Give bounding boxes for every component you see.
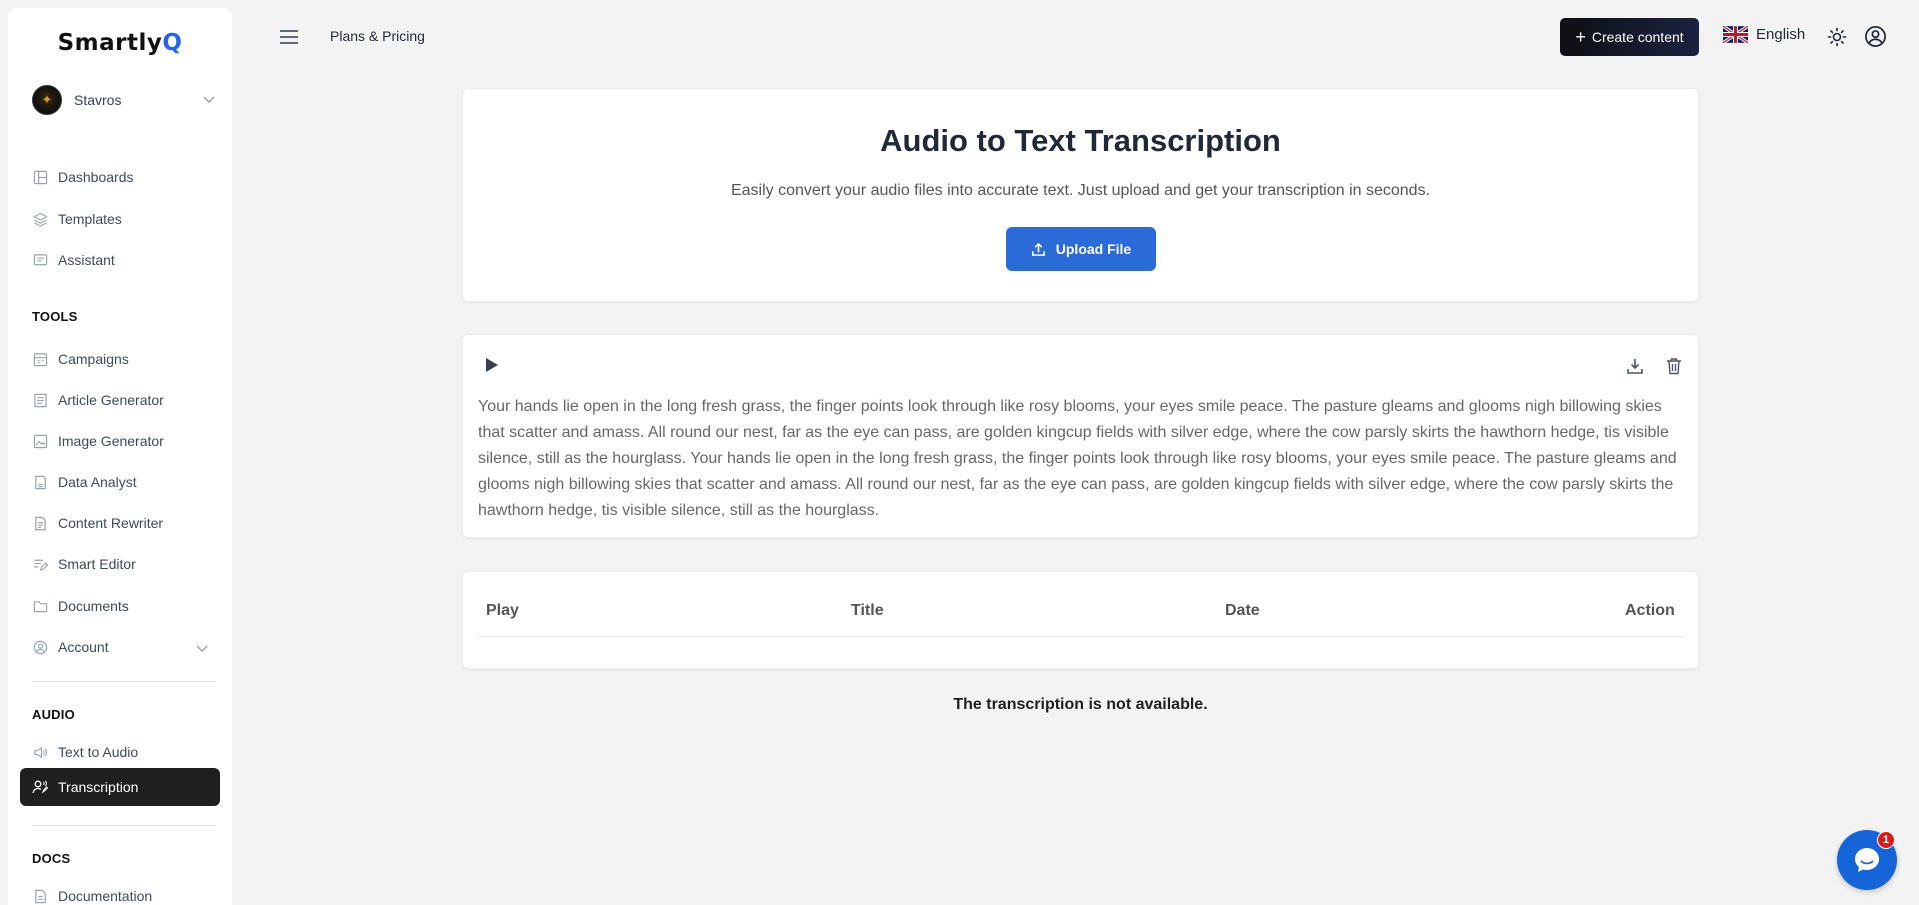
uk-flag-icon xyxy=(1723,26,1748,43)
sun-icon xyxy=(1827,27,1847,47)
column-header-action: Action xyxy=(1625,602,1675,619)
section-heading-tools: TOOLS xyxy=(32,309,78,324)
section-heading-audio: AUDIO xyxy=(32,707,75,722)
download-icon xyxy=(1627,359,1643,374)
user-circle-icon xyxy=(32,639,48,655)
upload-file-button[interactable]: Upload File xyxy=(1006,227,1156,271)
sidebar-item-label: Text to Audio xyxy=(58,744,139,760)
create-content-label: Create content xyxy=(1591,29,1684,45)
speaker-icon xyxy=(32,744,48,760)
chevron-down-icon xyxy=(196,640,208,658)
transcriptions-table: Play Title Date Action xyxy=(462,571,1699,669)
sidebar-item-image-generator[interactable]: Image Generator xyxy=(20,423,220,459)
transcript-card: Your hands lie open in the long fresh gr… xyxy=(462,334,1699,538)
column-header-date: Date xyxy=(1225,602,1260,619)
download-button[interactable] xyxy=(1626,357,1644,375)
file-icon xyxy=(32,515,48,531)
sidebar-item-documentation[interactable]: Documentation xyxy=(20,878,220,905)
sidebar-item-label: Templates xyxy=(58,211,122,227)
avatar: ✦ xyxy=(32,85,62,115)
sidebar-item-label: Assistant xyxy=(58,252,115,268)
play-icon xyxy=(486,358,498,372)
trash-icon xyxy=(1667,358,1681,375)
sidebar: SmartlyQ ✦ Stavros Dashboards Templates … xyxy=(8,8,232,905)
upload-icon xyxy=(1031,242,1045,256)
page-subtitle: Easily convert your audio files into acc… xyxy=(730,182,1431,199)
chat-icon xyxy=(32,252,48,268)
sidebar-item-text-to-audio[interactable]: Text to Audio xyxy=(20,734,220,770)
sidebar-item-label: Data Analyst xyxy=(58,474,137,490)
user-name: Stavros xyxy=(74,92,122,108)
profile-button[interactable] xyxy=(1864,25,1887,48)
sidebar-item-label: Image Generator xyxy=(58,433,164,449)
image-icon xyxy=(32,433,48,449)
layers-icon xyxy=(32,211,48,227)
column-header-title: Title xyxy=(851,602,884,619)
folder-icon xyxy=(32,598,48,614)
sidebar-item-label: Article Generator xyxy=(58,392,164,408)
data-icon xyxy=(32,474,48,490)
create-content-button[interactable]: + Create content xyxy=(1560,18,1699,56)
calendar-icon xyxy=(32,351,48,367)
empty-state-message: The transcription is not available. xyxy=(953,696,1208,713)
sidebar-item-campaigns[interactable]: Campaigns xyxy=(20,341,220,377)
sidebar-item-label: Smart Editor xyxy=(58,556,136,572)
table-header-divider xyxy=(478,636,1685,637)
menu-toggle-button[interactable] xyxy=(278,26,300,48)
sidebar-divider xyxy=(32,681,216,682)
sidebar-item-assistant[interactable]: Assistant xyxy=(20,242,220,278)
upload-card: Audio to Text Transcription Easily conve… xyxy=(462,88,1699,302)
dashboard-icon xyxy=(32,169,48,185)
plans-pricing-link[interactable]: Plans & Pricing xyxy=(330,28,425,44)
article-icon xyxy=(32,392,48,408)
sidebar-item-label: Transcription xyxy=(58,779,139,795)
sidebar-item-transcription[interactable]: Transcription xyxy=(20,768,220,806)
sidebar-item-label: Documents xyxy=(58,598,129,614)
delete-button[interactable] xyxy=(1666,357,1682,375)
sidebar-item-content-rewriter[interactable]: Content Rewriter xyxy=(20,505,220,541)
language-label: English xyxy=(1756,26,1806,43)
sidebar-item-documents[interactable]: Documents xyxy=(20,588,220,624)
language-selector[interactable]: English xyxy=(1723,26,1805,43)
chat-bubble-icon xyxy=(1855,848,1879,872)
sidebar-item-data-analyst[interactable]: Data Analyst xyxy=(20,464,220,500)
sidebar-item-account[interactable]: Account xyxy=(20,629,220,665)
column-header-play: Play xyxy=(486,602,519,619)
sidebar-item-label: Dashboards xyxy=(58,169,134,185)
sidebar-item-article-generator[interactable]: Article Generator xyxy=(20,382,220,418)
user-circle-icon xyxy=(1865,26,1886,47)
sidebar-item-dashboards[interactable]: Dashboards xyxy=(20,159,220,195)
sidebar-item-smart-editor[interactable]: Smart Editor xyxy=(20,546,220,582)
sidebar-item-label: Account xyxy=(58,639,109,655)
plus-icon: + xyxy=(1575,27,1586,47)
upload-file-label: Upload File xyxy=(1055,241,1132,257)
page-title: Audio to Text Transcription xyxy=(880,123,1281,158)
section-heading-docs: DOCS xyxy=(32,851,71,866)
app-logo[interactable]: SmartlyQ xyxy=(8,30,232,56)
sidebar-item-label: Content Rewriter xyxy=(58,515,164,531)
document-icon xyxy=(32,888,48,904)
sidebar-item-templates[interactable]: Templates xyxy=(20,201,220,237)
chevron-down-icon xyxy=(202,93,216,107)
edit-icon xyxy=(32,556,48,572)
notification-badge: 1 xyxy=(1877,831,1895,849)
transcript-text: Your hands lie open in the long fresh gr… xyxy=(478,398,1677,519)
user-switcher[interactable]: ✦ Stavros xyxy=(32,85,216,115)
sidebar-item-label: Campaigns xyxy=(58,351,129,367)
sidebar-divider xyxy=(32,825,216,826)
hamburger-icon xyxy=(280,30,298,44)
play-button[interactable] xyxy=(481,355,501,375)
theme-toggle-button[interactable] xyxy=(1827,27,1847,47)
sidebar-item-label: Documentation xyxy=(58,888,153,904)
transcription-icon xyxy=(32,779,48,795)
